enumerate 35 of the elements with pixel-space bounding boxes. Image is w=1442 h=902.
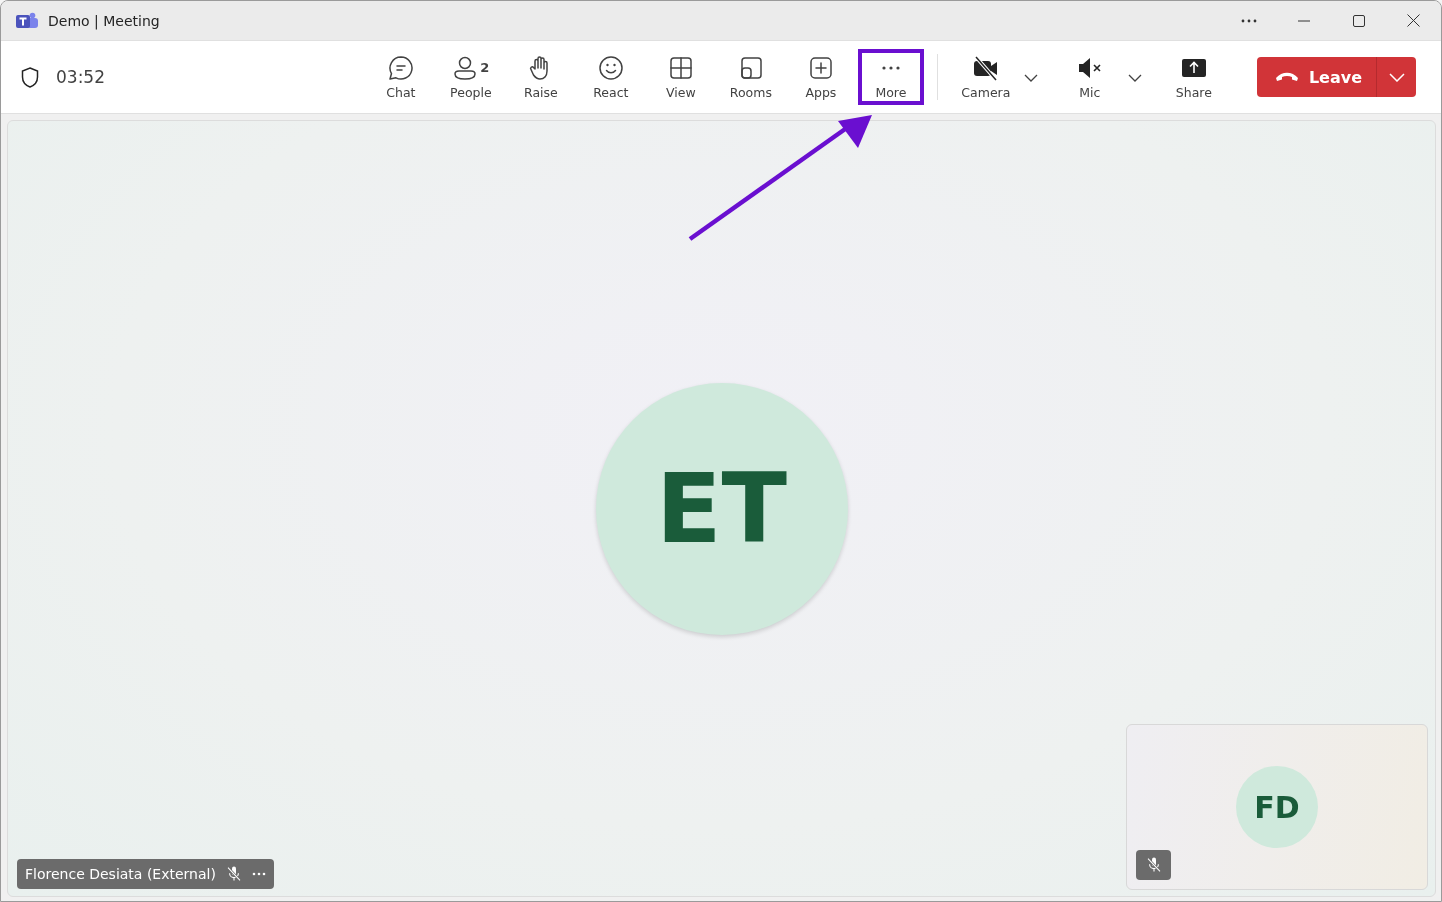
more-icon <box>1239 18 1258 23</box>
participant-count: 2 <box>480 60 490 75</box>
toolbar-button[interactable]: 2 People <box>435 49 506 105</box>
toolbar-button[interactable]: More <box>857 49 924 105</box>
more-icon <box>881 65 900 70</box>
chevron-down-icon <box>1023 73 1038 82</box>
toolbar-button[interactable]: Mic <box>1054 49 1125 105</box>
toolbar-button[interactable]: React <box>575 49 646 105</box>
chevron-down-icon <box>1388 72 1405 82</box>
toolbar-button[interactable]: View <box>645 49 716 105</box>
plus-icon <box>807 54 834 81</box>
toolbar-button[interactable]: Rooms <box>715 49 786 105</box>
participant-avatar: ET <box>595 382 848 635</box>
participant-avatar: FD <box>1236 766 1318 848</box>
window-title: Demo | Meeting <box>48 12 160 29</box>
toolbar-button[interactable]: Apps <box>785 49 856 105</box>
phone-hangup-icon <box>1274 72 1299 82</box>
chat-icon <box>387 54 414 81</box>
meeting-timer: 03:52 <box>56 67 105 87</box>
close-icon <box>1407 14 1420 27</box>
grid-icon <box>667 54 694 81</box>
participant-name: Florence Desiata (External) <box>25 866 216 882</box>
toolbar-button[interactable]: Raise <box>505 49 576 105</box>
camera-off-icon <box>972 54 999 81</box>
maximize-icon <box>1352 14 1365 27</box>
smiley-icon <box>597 54 624 81</box>
app-logo-icon <box>16 11 38 30</box>
toolbar-button[interactable]: Share <box>1158 49 1229 105</box>
toolbar-button[interactable]: Camera <box>950 49 1021 105</box>
minimize-icon <box>1297 19 1310 22</box>
chevron-down-icon <box>1127 73 1142 82</box>
person-icon <box>452 54 479 81</box>
more-icon[interactable] <box>251 872 266 876</box>
shield-icon <box>21 66 39 88</box>
toolbar-button[interactable]: Chat <box>365 49 436 105</box>
